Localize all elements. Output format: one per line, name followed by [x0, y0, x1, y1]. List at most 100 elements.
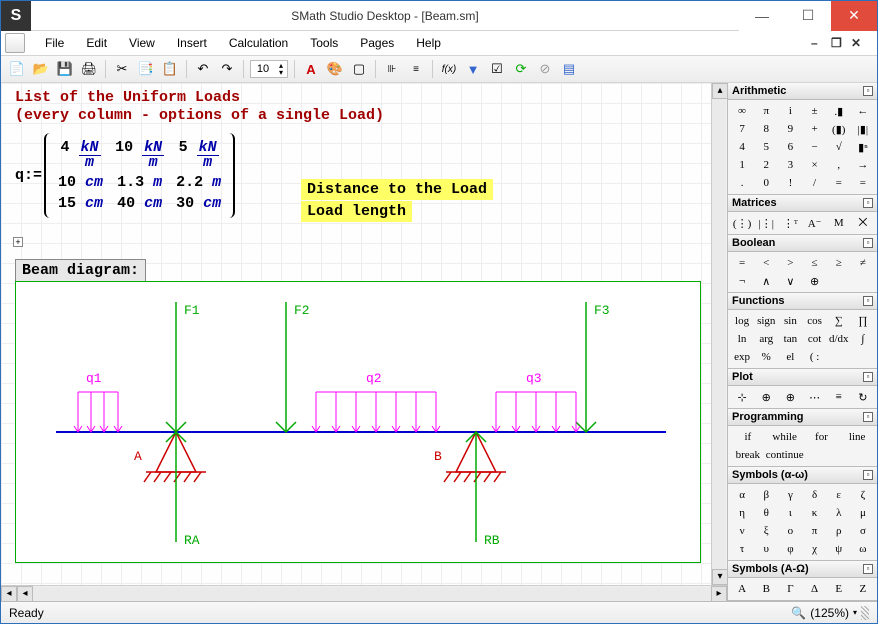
fx-button[interactable]: f(x)	[439, 59, 459, 79]
palette-button[interactable]: sin	[778, 312, 802, 330]
maximize-button[interactable]: ☐	[785, 1, 831, 31]
menu-view[interactable]: View	[119, 33, 165, 53]
panel-collapse-button[interactable]: ▫	[863, 198, 873, 208]
palette-button[interactable]: <	[754, 254, 778, 272]
palette-button[interactable]: ▮ⁿ	[851, 138, 875, 156]
scroll-up-button[interactable]: ▴	[712, 83, 728, 99]
palette-button[interactable]: ,	[827, 156, 851, 174]
palette-button[interactable]: ¬	[730, 272, 754, 290]
cut-button[interactable]: ✂	[112, 59, 132, 79]
palette-button[interactable]: ⋮ᵀ	[778, 214, 802, 232]
palette-button[interactable]: >	[778, 254, 802, 272]
palette-button[interactable]: +	[802, 120, 826, 138]
palette-button[interactable]: (▮)	[827, 120, 851, 138]
align-button-2[interactable]: ≡	[406, 59, 426, 79]
palette-button[interactable]: sign	[754, 312, 778, 330]
palette-button[interactable]: δ	[802, 486, 826, 504]
font-down-button[interactable]: ▾	[275, 69, 287, 76]
palette-button[interactable]: π	[802, 522, 826, 540]
horizontal-scrollbar[interactable]: ◂ ◂ ▸	[1, 585, 727, 601]
palette-button[interactable]: ⨉	[851, 214, 875, 232]
tab-prev-button[interactable]: ◂	[1, 586, 17, 602]
palette-button[interactable]: β	[754, 486, 778, 504]
mdi-restore-button[interactable]: ❐	[831, 36, 847, 50]
palette-button[interactable]: ↻	[851, 388, 875, 406]
app-menu-icon[interactable]	[5, 33, 25, 53]
palette-button[interactable]: ζ	[851, 486, 875, 504]
palette-button[interactable]: 1	[730, 156, 754, 174]
palette-button[interactable]: M	[827, 214, 851, 232]
palette-button[interactable]: γ	[778, 486, 802, 504]
palette-button[interactable]: arg	[754, 330, 778, 348]
palette-button[interactable]: ⊕	[754, 388, 778, 406]
worksheet[interactable]: List of the Uniform Loads (every column …	[1, 83, 711, 585]
panel-toggle-button[interactable]: ▤	[559, 59, 579, 79]
palette-button[interactable]: υ	[754, 540, 778, 558]
palette-button[interactable]: 3	[778, 156, 802, 174]
options-button[interactable]: ☑	[487, 59, 507, 79]
palette-button[interactable]: ±	[802, 102, 826, 120]
bg-color-button[interactable]: 🎨	[325, 59, 345, 79]
menu-edit[interactable]: Edit	[76, 33, 117, 53]
palette-button[interactable]: μ	[851, 504, 875, 522]
palette-button[interactable]: Δ	[802, 580, 826, 598]
palette-button[interactable]: |▮|	[851, 120, 875, 138]
palette-button[interactable]: ×	[802, 156, 826, 174]
palette-button[interactable]: =	[827, 174, 851, 192]
palette-button[interactable]: θ	[754, 504, 778, 522]
mdi-minimize-button[interactable]: –	[811, 36, 827, 50]
panel-collapse-button[interactable]: ▫	[863, 412, 873, 422]
palette-button[interactable]: ≠	[851, 254, 875, 272]
stop-button[interactable]: ⊘	[535, 59, 555, 79]
align-button-1[interactable]: ⊪	[382, 59, 402, 79]
palette-button[interactable]: 6	[778, 138, 802, 156]
palette-button[interactable]: 0	[754, 174, 778, 192]
palette-button[interactable]: ο	[778, 522, 802, 540]
palette-button[interactable]: ξ	[754, 522, 778, 540]
palette-button[interactable]: ≥	[827, 254, 851, 272]
palette-button[interactable]: 4	[730, 138, 754, 156]
collapse-toggle[interactable]: +	[13, 237, 23, 247]
palette-button[interactable]: Γ	[778, 580, 802, 598]
palette-button[interactable]: Α	[730, 580, 754, 598]
palette-button[interactable]: if	[730, 428, 766, 446]
copy-button[interactable]: 📑	[136, 59, 156, 79]
palette-button[interactable]: 2	[754, 156, 778, 174]
palette-button[interactable]: exp	[730, 348, 754, 366]
palette-button[interactable]: 7	[730, 120, 754, 138]
palette-button[interactable]: =	[851, 174, 875, 192]
menu-insert[interactable]: Insert	[167, 33, 217, 53]
panel-collapse-button[interactable]: ▫	[863, 372, 873, 382]
palette-button[interactable]: ∧	[754, 272, 778, 290]
vertical-scrollbar[interactable]: ▴ ▾	[711, 83, 727, 585]
menu-pages[interactable]: Pages	[350, 33, 404, 53]
beam-diagram[interactable]: F1 F2 F3 q1	[15, 281, 701, 563]
palette-button[interactable]: ≤	[802, 254, 826, 272]
palette-button[interactable]: →	[851, 156, 875, 174]
scroll-right-button[interactable]: ▸	[711, 586, 727, 602]
palette-button[interactable]: ⋯	[802, 388, 826, 406]
palette-button[interactable]: ( :	[802, 348, 826, 366]
palette-button[interactable]: η	[730, 504, 754, 522]
palette-button[interactable]: i	[778, 102, 802, 120]
menu-calculation[interactable]: Calculation	[219, 33, 298, 53]
palette-button[interactable]: continue	[766, 446, 804, 464]
palette-button[interactable]: .▮	[827, 102, 851, 120]
palette-button[interactable]: ε	[827, 486, 851, 504]
palette-button[interactable]: d/dx	[827, 330, 851, 348]
palette-button[interactable]: ∏	[851, 312, 875, 330]
palette-button[interactable]: ι	[778, 504, 802, 522]
palette-button[interactable]: ψ	[827, 540, 851, 558]
palette-button[interactable]: χ	[802, 540, 826, 558]
save-button[interactable]: 💾	[55, 59, 75, 79]
panel-collapse-button[interactable]: ▫	[863, 238, 873, 248]
palette-button[interactable]: while	[766, 428, 804, 446]
open-button[interactable]: 📂	[31, 59, 51, 79]
palette-button[interactable]: (⋮)	[730, 214, 754, 232]
funnel-button[interactable]: ▼	[463, 59, 483, 79]
panel-collapse-button[interactable]: ▫	[863, 296, 873, 306]
font-color-button[interactable]: A	[301, 59, 321, 79]
scroll-down-button[interactable]: ▾	[712, 569, 728, 585]
minimize-button[interactable]: —	[739, 1, 785, 31]
palette-button[interactable]: τ	[730, 540, 754, 558]
